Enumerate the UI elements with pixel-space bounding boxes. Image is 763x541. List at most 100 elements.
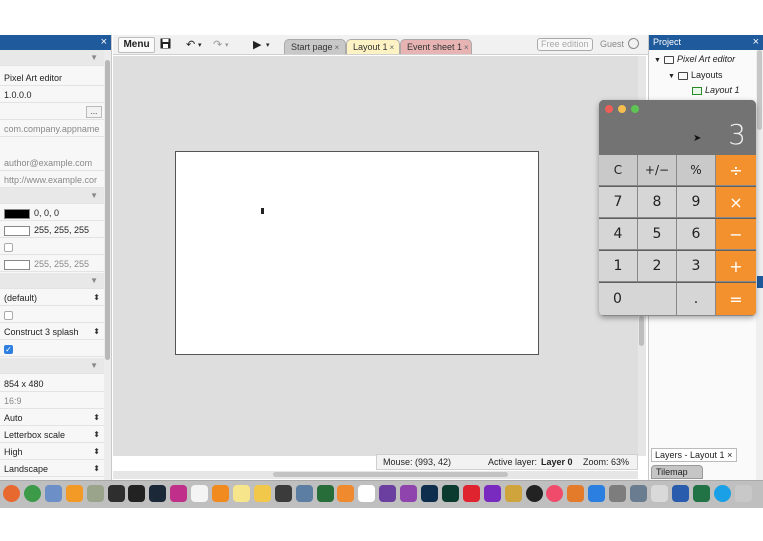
section-collapse[interactable]: ▼ (0, 188, 104, 204)
close-icon[interactable]: × (753, 35, 759, 50)
tree-item-layouts[interactable]: ▼ Layouts (668, 70, 722, 80)
free-edition-badge[interactable]: Free edition (537, 38, 593, 51)
close-icon[interactable]: × (727, 450, 732, 460)
digit-0-key[interactable]: 0 (599, 283, 677, 316)
audition-icon[interactable] (441, 485, 459, 502)
word-icon[interactable] (671, 485, 689, 502)
app-id-field[interactable]: com.company.appname (0, 121, 104, 137)
select-arrow-icon[interactable]: ⬍ (93, 444, 100, 459)
chrome-icon[interactable] (23, 485, 41, 502)
chevron-down-icon[interactable]: ▾ (266, 41, 270, 49)
user-icon[interactable] (628, 38, 639, 49)
multiply-key[interactable]: × (716, 187, 756, 218)
scroll-thumb[interactable] (757, 50, 762, 130)
calendar-icon[interactable] (191, 485, 209, 502)
divide-key[interactable]: ÷ (716, 155, 756, 186)
select-row[interactable]: (default) ⬍ (0, 290, 104, 306)
tab-event-sheet[interactable]: Event sheet 1 × (400, 39, 472, 54)
checkbox-row[interactable] (0, 239, 104, 255)
terminal-icon[interactable] (274, 485, 292, 502)
scroll-thumb[interactable] (639, 316, 644, 346)
equals-key[interactable]: = (716, 283, 756, 316)
color-swatch[interactable] (4, 208, 30, 219)
color-row[interactable]: 255, 255, 255 (0, 222, 104, 238)
project-name-field[interactable]: Pixel Art editor (0, 70, 104, 86)
percent-key[interactable]: % (677, 155, 716, 186)
section-collapse[interactable]: ▼ (0, 273, 104, 289)
ellipsis-button[interactable]: ... (86, 106, 102, 118)
project-scrollbar[interactable] (756, 50, 763, 480)
gear-icon[interactable] (609, 485, 627, 502)
preview-icon[interactable] (650, 485, 668, 502)
sublime-icon[interactable] (65, 485, 83, 502)
digit-7-key[interactable]: 7 (599, 187, 638, 218)
calculator-window[interactable]: ➤ 3 C +/− % ÷ 7 8 9 × 4 5 6 − 1 2 3 + 0 … (599, 100, 756, 316)
dot-icon[interactable] (525, 485, 543, 502)
guest-label[interactable]: Guest (600, 39, 624, 49)
checkbox-row[interactable] (0, 307, 104, 323)
checkbox-row[interactable]: ✓ (0, 341, 104, 357)
undo-icon[interactable]: ↶ (186, 38, 195, 51)
select-arrow-icon[interactable]: ⬍ (93, 290, 100, 305)
select-row[interactable]: Letterbox scale ⬍ (0, 427, 104, 443)
tab-start-page[interactable]: Start page × (284, 39, 346, 54)
color-swatch[interactable] (4, 259, 30, 270)
select-arrow-icon[interactable]: ⬍ (93, 324, 100, 339)
utility-icon[interactable] (630, 485, 647, 502)
unity-icon[interactable] (128, 485, 146, 502)
close-window-icon[interactable] (605, 105, 613, 113)
checkbox[interactable] (4, 243, 13, 253)
chevron-down-icon[interactable]: ▾ (198, 41, 202, 49)
color-row[interactable]: 0, 0, 0 (0, 205, 104, 221)
screen-icon[interactable] (316, 485, 334, 502)
headphones-icon[interactable] (483, 485, 501, 502)
canvas-horizontal-scrollbar[interactable] (113, 471, 638, 479)
clear-key[interactable]: C (599, 155, 638, 186)
tab-layout[interactable]: Layout 1 × (346, 39, 400, 54)
menu-button[interactable]: Menu (118, 37, 155, 53)
firefox-icon[interactable] (3, 485, 20, 502)
books-icon[interactable] (337, 485, 355, 502)
tree-item-root[interactable]: ▼ Pixel Art editor (654, 54, 735, 64)
close-icon[interactable]: × (335, 43, 340, 52)
tree-item-layout-1[interactable]: Layout 1 (692, 85, 740, 95)
expand-icon[interactable]: ▼ (654, 57, 661, 64)
subtract-key[interactable]: − (716, 219, 756, 250)
photos-icon[interactable] (253, 485, 271, 502)
minimize-window-icon[interactable] (618, 105, 626, 113)
description-field[interactable]: ... (0, 104, 104, 120)
decimal-key[interactable]: . (677, 283, 716, 316)
scroll-thumb[interactable] (273, 472, 508, 477)
play-icon[interactable]: ▶ (253, 38, 261, 51)
vlc-icon[interactable] (212, 485, 229, 502)
digit-9-key[interactable]: 9 (677, 187, 716, 218)
trash-icon[interactable] (734, 485, 752, 502)
digit-6-key[interactable]: 6 (677, 219, 716, 250)
fruity-icon[interactable] (567, 485, 585, 502)
spectrum-icon[interactable] (170, 485, 188, 502)
close-icon[interactable]: × (464, 43, 469, 52)
tab-tilemap[interactable]: Tilemap (651, 465, 703, 479)
tool-icon[interactable] (358, 485, 376, 502)
author-website-field[interactable]: http://www.example.cor (0, 172, 104, 188)
panel-edge-tab[interactable] (757, 276, 763, 288)
chevron-down-icon[interactable]: ▾ (225, 41, 229, 49)
layout-area[interactable] (175, 151, 539, 355)
add-key[interactable]: + (716, 251, 756, 282)
digit-4-key[interactable]: 4 (599, 219, 638, 250)
digit-5-key[interactable]: 5 (638, 219, 677, 250)
close-icon[interactable]: × (390, 43, 395, 52)
steam-icon[interactable] (149, 485, 167, 502)
digit-3-key[interactable]: 3 (677, 251, 716, 282)
logic-icon[interactable] (504, 485, 522, 502)
window-size-field[interactable]: 854 x 480 (0, 376, 104, 392)
heart-icon[interactable] (462, 485, 480, 502)
section-collapse[interactable]: ▼ (0, 50, 104, 66)
script-icon[interactable] (86, 485, 104, 502)
skype-icon[interactable] (713, 485, 731, 502)
affinity-photo-icon[interactable] (400, 485, 418, 502)
iterm-icon[interactable] (107, 485, 125, 502)
author-email-field[interactable]: author@example.com (0, 155, 104, 171)
checkbox-checked[interactable]: ✓ (4, 345, 13, 355)
quicktime-icon[interactable] (295, 485, 313, 502)
